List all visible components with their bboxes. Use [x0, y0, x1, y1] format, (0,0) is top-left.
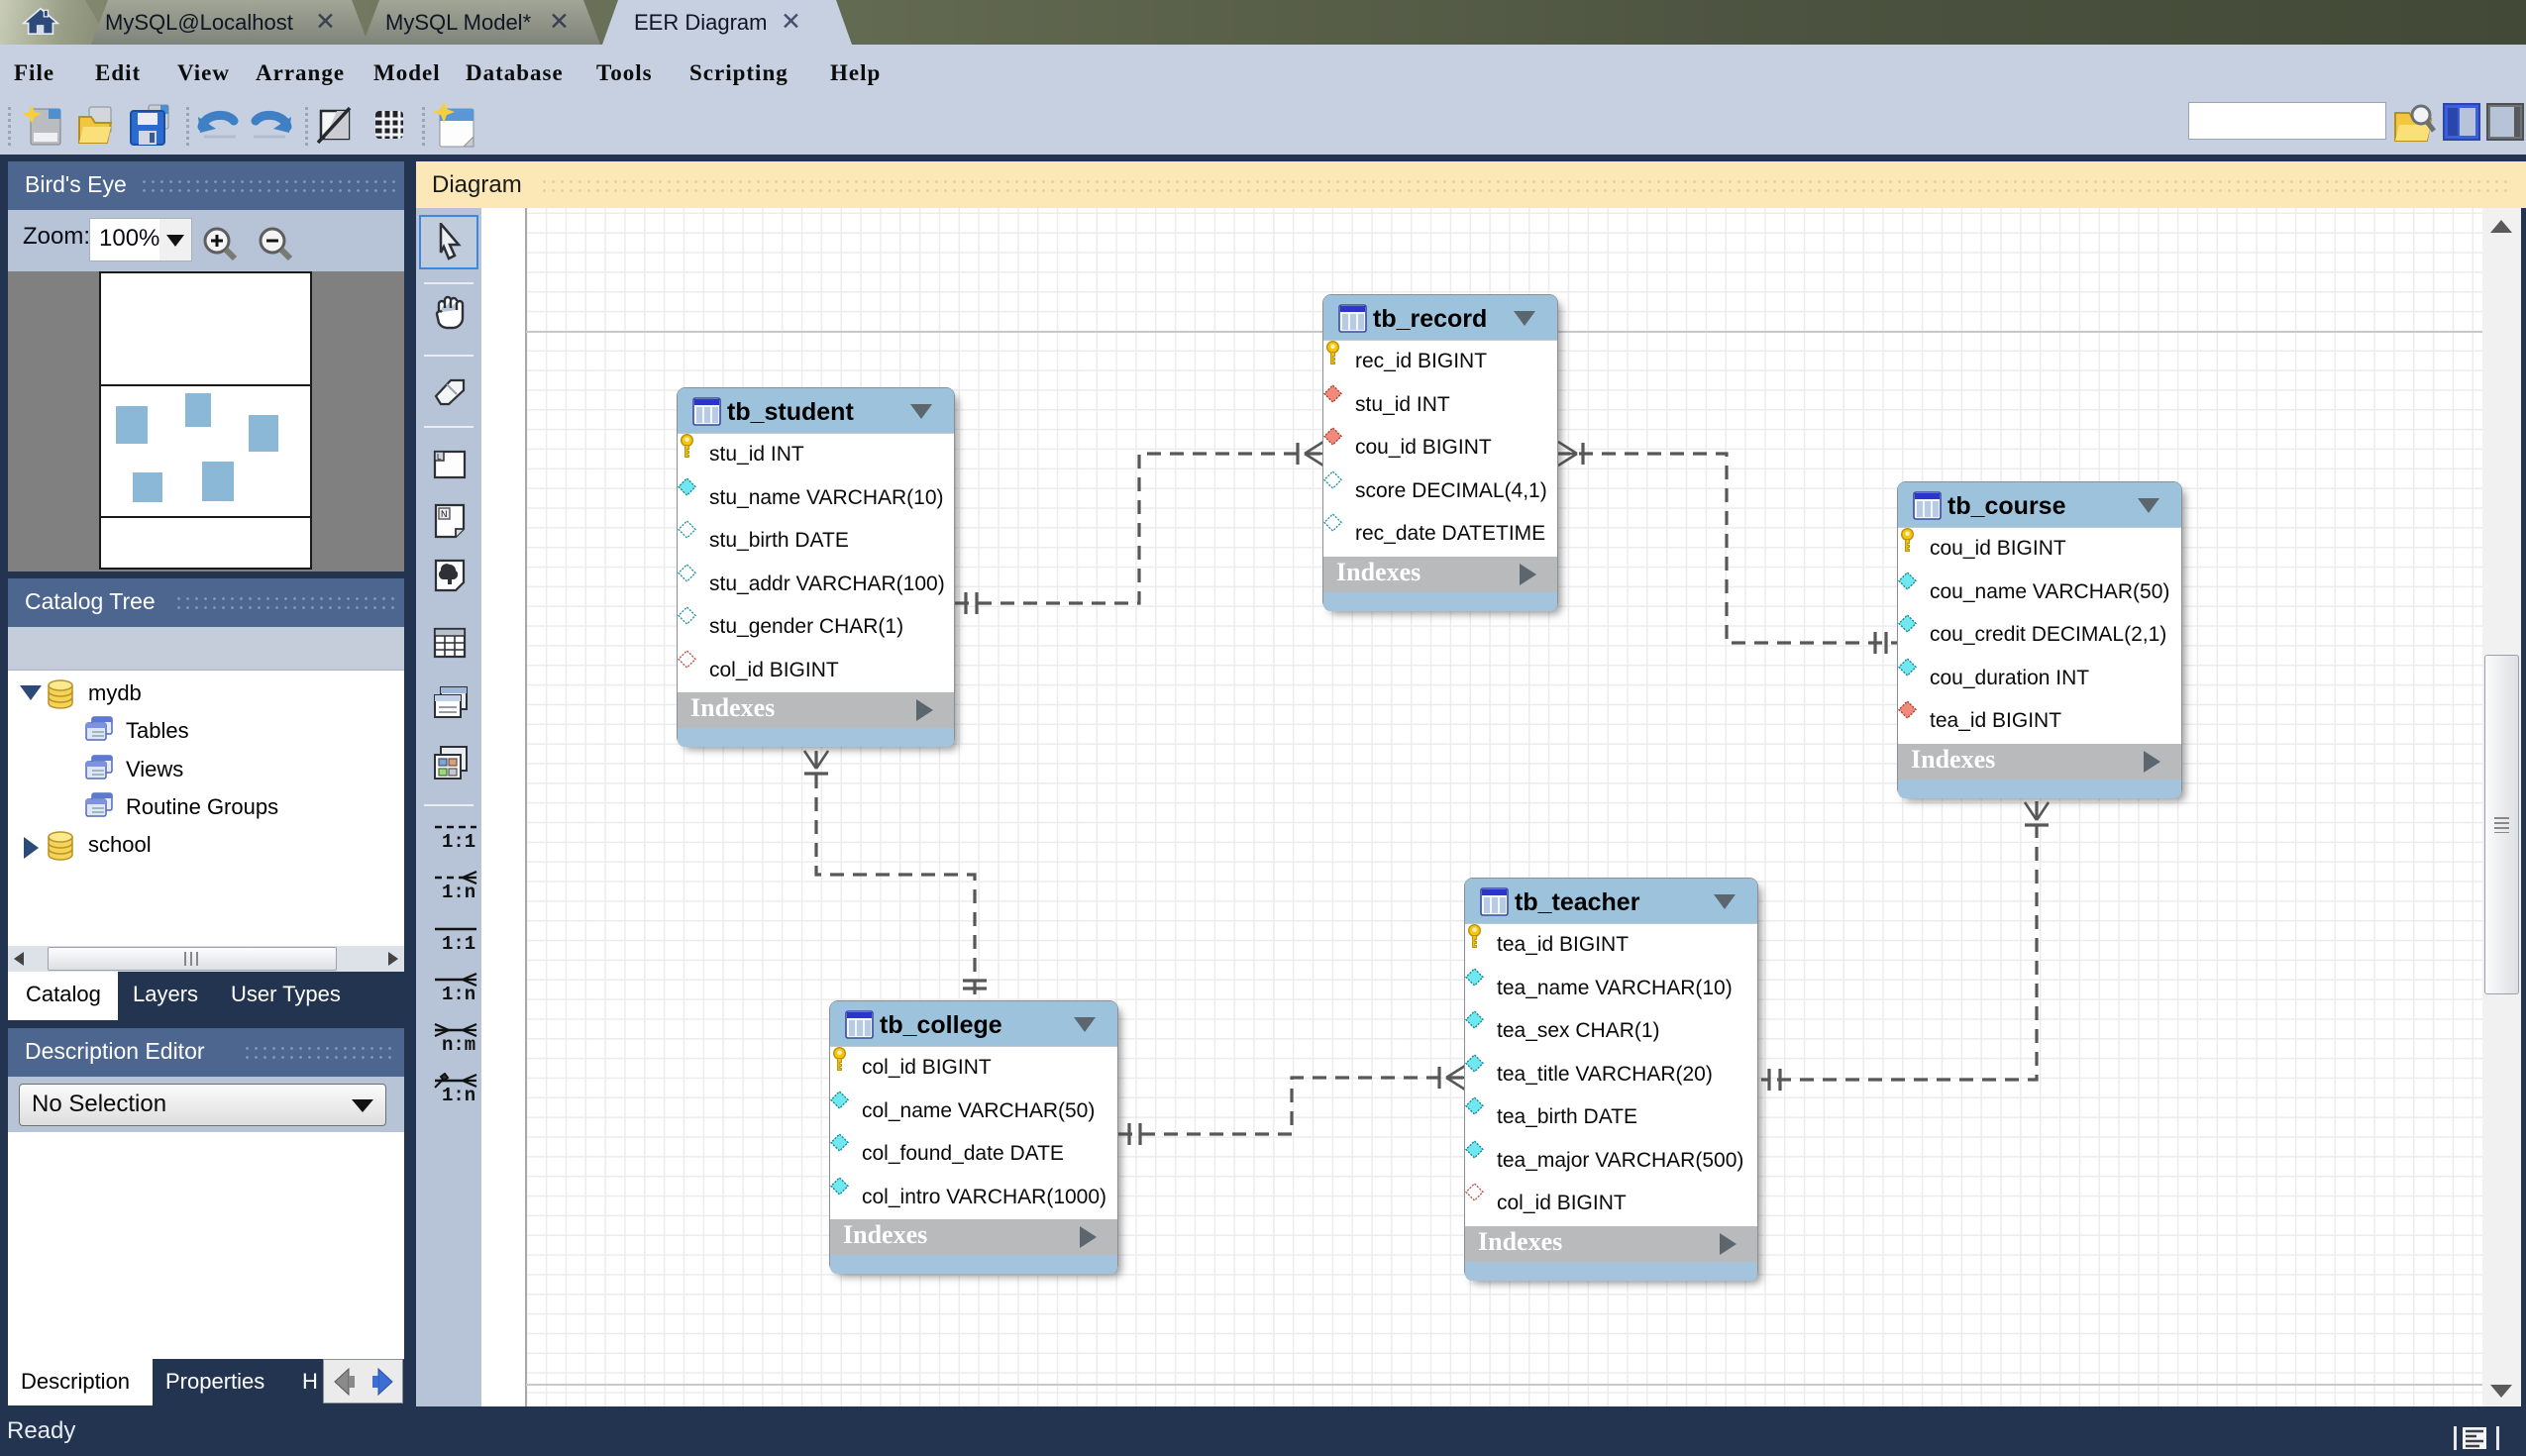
- svg-text:N: N: [441, 509, 448, 519]
- svg-text:L: L: [437, 453, 442, 462]
